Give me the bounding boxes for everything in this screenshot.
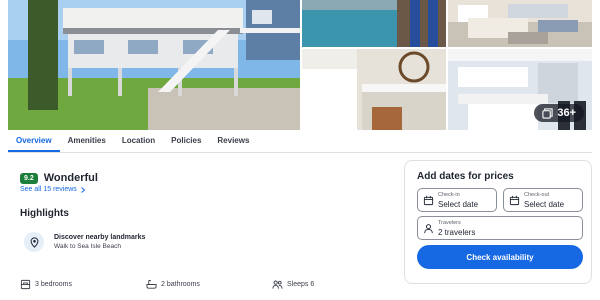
booking-card: Add dates for prices Check-in Select dat…	[404, 160, 592, 284]
gallery-icon	[542, 107, 553, 119]
see-all-reviews-link[interactable]: See all 15 reviews	[20, 186, 86, 193]
checkout-value: Select date	[524, 200, 565, 209]
person-icon	[424, 224, 433, 234]
checkin-label: Check-in	[438, 192, 460, 198]
tab-amenities[interactable]: Amenities	[60, 130, 114, 152]
rating-summary: 9.2 Wonderful	[20, 172, 98, 184]
reviews-link-label: See all 15 reviews	[20, 186, 77, 193]
tab-location[interactable]: Location	[114, 130, 163, 152]
landmark-title: Discover nearby landmarks	[54, 234, 146, 241]
check-availability-button[interactable]: Check availability	[417, 245, 583, 269]
landmark-subtitle: Walk to Sea Isle Beach	[54, 243, 121, 250]
calendar-icon	[509, 195, 520, 206]
checkout-label: Check-out	[524, 192, 550, 198]
booking-title: Add dates for prices	[417, 171, 514, 182]
photo-count-badge[interactable]: 36+	[534, 104, 584, 122]
photo-house-exterior[interactable]	[8, 0, 300, 130]
photo-living-room[interactable]	[448, 0, 592, 47]
tab-overview[interactable]: Overview	[8, 130, 60, 152]
tab-policies[interactable]: Policies	[163, 130, 209, 152]
bedrooms-summary: 3 bedrooms	[20, 279, 146, 290]
photo-count-label: 36+	[557, 107, 576, 119]
travelers-field[interactable]: Travelers 2 travelers	[417, 216, 583, 240]
checkin-value: Select date	[438, 200, 479, 209]
travelers-value: 2 travelers	[438, 228, 476, 237]
rating-word: Wonderful	[43, 172, 98, 184]
highlights-heading: Highlights	[20, 208, 69, 219]
chevron-right-icon	[80, 186, 86, 193]
tab-reviews[interactable]: Reviews	[209, 130, 257, 152]
photo-canal[interactable]	[302, 0, 446, 47]
map-pin-icon	[24, 232, 44, 252]
calendar-icon	[423, 195, 434, 206]
bed-icon	[20, 279, 31, 290]
bathtub-icon	[146, 279, 157, 289]
checkin-field[interactable]: Check-in Select date	[417, 188, 497, 212]
sleeps-label: Sleeps 6	[287, 281, 315, 288]
bathrooms-label: 2 bathrooms	[161, 281, 200, 288]
checkout-field[interactable]: Check-out Select date	[503, 188, 583, 212]
bedrooms-label: 3 bedrooms	[35, 281, 72, 288]
photo-kitchen[interactable]: 36+	[448, 49, 592, 130]
bathrooms-summary: 2 bathrooms	[146, 279, 272, 290]
travelers-label: Travelers	[438, 220, 461, 226]
property-summary: 3 bedrooms 2 bathrooms Sleeps 6	[20, 279, 314, 290]
people-icon	[272, 280, 283, 289]
sleeps-summary: Sleeps 6	[272, 279, 314, 290]
landmark-highlight: Discover nearby landmarks Walk to Sea Is…	[24, 231, 145, 252]
photo-kitchen-wheel[interactable]	[302, 49, 446, 130]
rating-badge: 9.2	[20, 172, 38, 184]
section-tabs: Overview Amenities Location Policies Rev…	[8, 130, 592, 153]
photo-gallery: 36+	[8, 0, 592, 130]
